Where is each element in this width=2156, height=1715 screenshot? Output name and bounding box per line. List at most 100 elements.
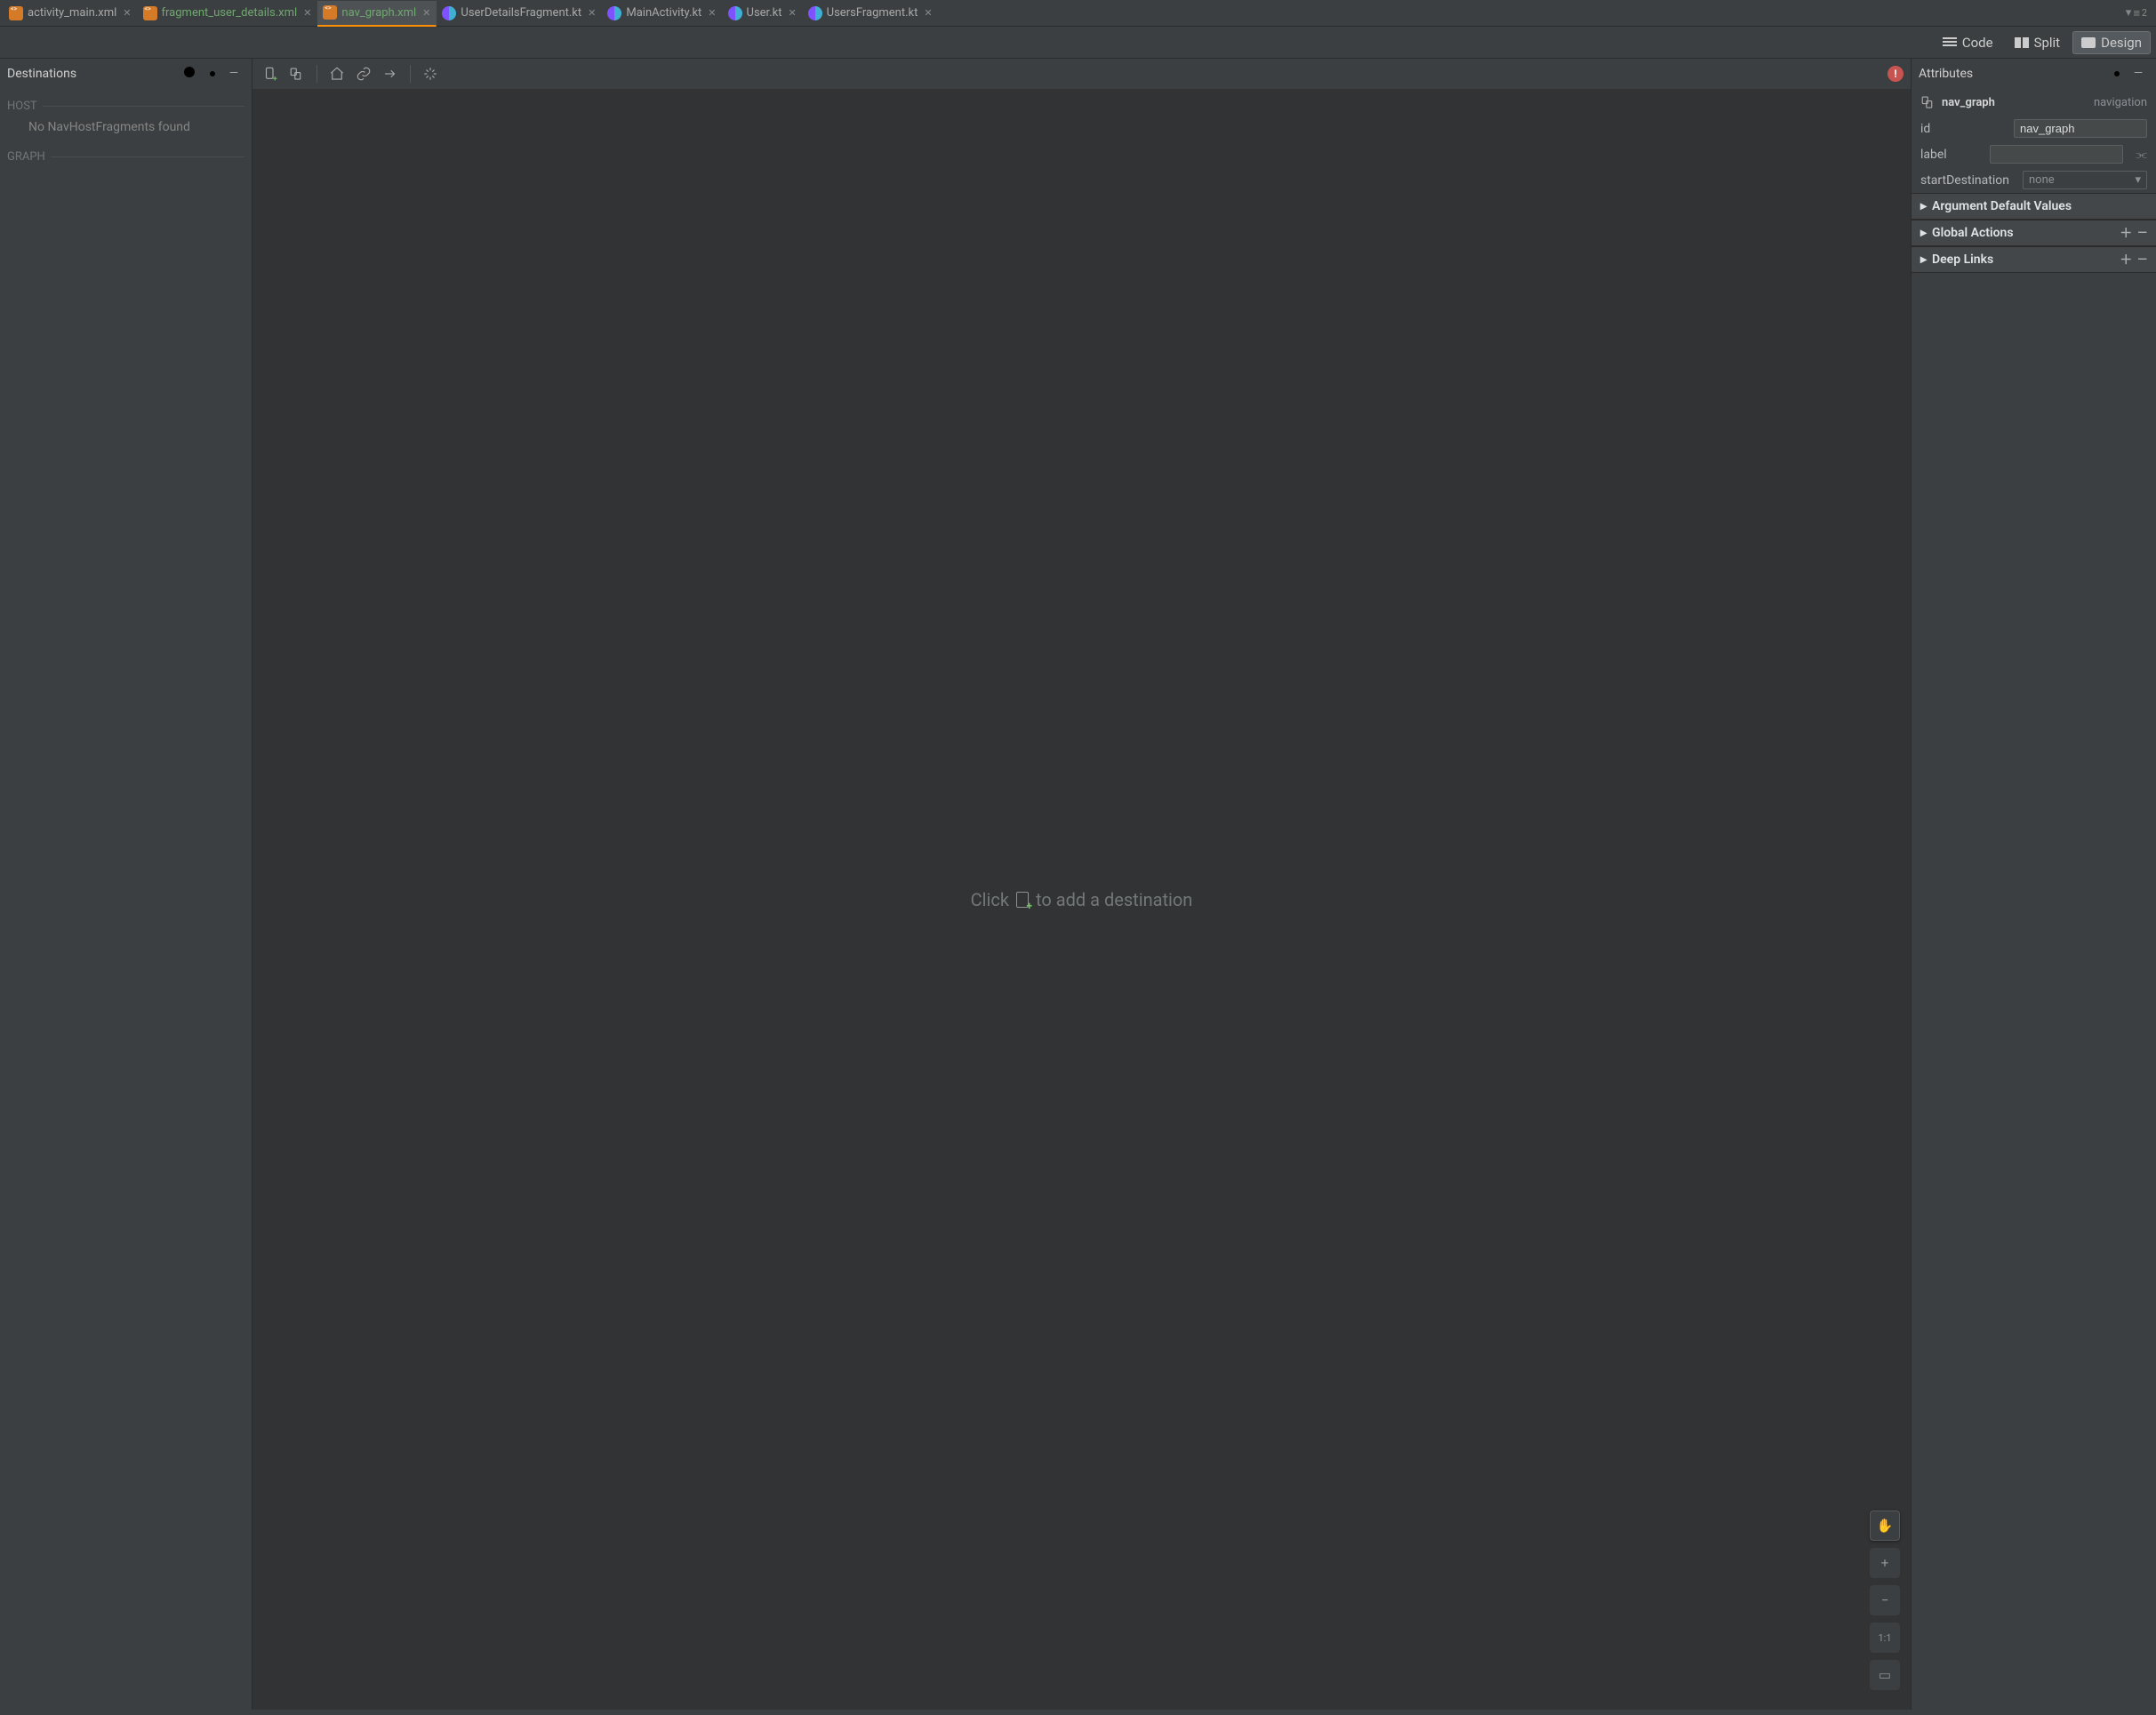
arrow-right-icon[interactable] [380, 63, 401, 84]
group-global-actions[interactable]: ▸ Global Actions ＋ — [1912, 220, 2156, 246]
error-badge[interactable]: ! [1888, 66, 1904, 82]
editor-tabs: activity_main.xml ✕ fragment_user_detail… [0, 0, 2156, 27]
link-icon[interactable] [353, 63, 374, 84]
chevron-down-icon: ▾ [2126, 6, 2132, 20]
canvas-hint-pre: Click [971, 889, 1009, 910]
zoom-1to1-button[interactable]: 1:1 [1870, 1623, 1900, 1653]
attr-label-input[interactable] [1990, 145, 2123, 164]
attr-label-label: label [1920, 148, 1983, 162]
close-icon[interactable]: ✕ [422, 7, 430, 19]
group-label: Global Actions [1932, 226, 2014, 240]
destinations-panel: Destinations — HOST No NavHostFragments … [0, 59, 252, 1710]
attr-start-select[interactable]: none ▾ [2023, 171, 2147, 189]
kotlin-icon [607, 6, 621, 20]
designer-canvas-area: ! Click to add a destination ✋ + − 1:1 ▭ [252, 59, 1911, 1710]
attr-id-input[interactable] [2014, 119, 2147, 138]
gear-icon[interactable] [2106, 63, 2128, 84]
xml-icon [9, 6, 23, 20]
tab-main-activity[interactable]: MainActivity.kt ✕ [602, 0, 722, 26]
tab-label: nav_graph.xml [341, 6, 416, 20]
group-label: Deep Links [1932, 252, 1993, 267]
tab-label: activity_main.xml [28, 6, 116, 20]
xml-icon [143, 6, 157, 20]
tab-nav-graph[interactable]: nav_graph.xml ✕ [317, 1, 437, 27]
tab-label: UsersFragment.kt [827, 6, 918, 20]
designer-toolbar: ! [252, 59, 1911, 89]
tab-activity-main[interactable]: activity_main.xml ✕ [4, 0, 138, 26]
view-mode-label: Split [2034, 35, 2061, 51]
new-destination-icon [1016, 892, 1029, 908]
plus-icon: + [1881, 1555, 1889, 1571]
view-mode-design[interactable]: Design [2072, 31, 2151, 54]
canvas-hint-post: to add a destination [1036, 889, 1192, 910]
search-icon[interactable] [180, 63, 202, 84]
add-icon[interactable]: ＋ [2120, 251, 2132, 268]
group-deep-links[interactable]: ▸ Deep Links ＋ — [1912, 246, 2156, 273]
design-icon [2081, 37, 2096, 48]
tab-fragment-user-details[interactable]: fragment_user_details.xml ✕ [138, 0, 318, 26]
tab-users-fragment[interactable]: UsersFragment.kt ✕ [803, 0, 939, 26]
hand-icon: ✋ [1877, 1518, 1894, 1534]
code-icon [1943, 37, 1957, 48]
gear-icon[interactable] [202, 63, 223, 84]
tab-label: UserDetailsFragment.kt [461, 6, 581, 20]
tab-user-details-fragment[interactable]: UserDetailsFragment.kt ✕ [437, 0, 602, 26]
split-icon [2015, 37, 2029, 48]
tab-label: fragment_user_details.xml [162, 6, 298, 20]
host-section-header: HOST [7, 100, 244, 113]
zoom-fit-button[interactable]: ▭ [1870, 1660, 1900, 1690]
zoom-in-button[interactable]: + [1870, 1548, 1900, 1578]
attr-start-label: startDestination [1920, 173, 2016, 188]
remove-icon[interactable]: — [2137, 226, 2147, 240]
attributes-panel: Attributes — nav_graph navigation id lab… [1911, 59, 2156, 1710]
collapse-icon[interactable]: — [223, 63, 244, 84]
status-bar [0, 1710, 2156, 1715]
new-destination-button[interactable] [260, 63, 281, 84]
close-icon[interactable]: ✕ [588, 7, 596, 19]
attr-start-value: none [2029, 173, 2055, 187]
chevron-right-icon: ▸ [1920, 199, 1927, 213]
view-mode-label: Code [1962, 35, 1993, 51]
chevron-down-icon: ▾ [2135, 173, 2141, 187]
list-icon: ≡ [2133, 6, 2140, 20]
close-icon[interactable]: ✕ [924, 7, 932, 19]
pan-button[interactable]: ✋ [1870, 1511, 1900, 1541]
tabs-overflow-button[interactable]: ▾ ≡ 2 [2126, 6, 2147, 20]
tab-label: MainActivity.kt [626, 6, 701, 20]
designer-canvas[interactable]: Click to add a destination [252, 89, 1911, 1710]
nested-graph-button[interactable] [286, 63, 308, 84]
view-mode-bar: Code Split Design [0, 27, 2156, 59]
attributes-node-row: nav_graph navigation [1912, 89, 2156, 116]
close-icon[interactable]: ✕ [123, 7, 131, 19]
canvas-hint: Click to add a destination [971, 889, 1193, 910]
tab-user[interactable]: User.kt ✕ [723, 0, 803, 26]
home-icon[interactable] [326, 63, 348, 84]
attr-label-row: label ⫘ [1912, 141, 2156, 167]
close-icon[interactable]: ✕ [303, 7, 311, 19]
chevron-right-icon: ▸ [1920, 252, 1927, 267]
graph-icon [1920, 94, 1936, 110]
view-mode-split[interactable]: Split [2006, 31, 2070, 54]
graph-section-header: GRAPH [7, 150, 244, 164]
attributes-title: Attributes [1919, 67, 2106, 81]
host-label: HOST [7, 100, 37, 113]
collapse-icon[interactable]: — [2128, 63, 2149, 84]
attr-start-row: startDestination none ▾ [1912, 167, 2156, 193]
minus-icon: − [1881, 1592, 1889, 1608]
close-icon[interactable]: ✕ [708, 7, 716, 19]
attr-id-label: id [1920, 122, 2007, 136]
destinations-title: Destinations [7, 67, 180, 81]
remove-icon[interactable]: — [2137, 252, 2147, 267]
fit-icon: ▭ [1879, 1667, 1891, 1683]
chain-icon[interactable]: ⫘ [2136, 148, 2147, 162]
group-arg-defaults[interactable]: ▸ Argument Default Values [1912, 193, 2156, 220]
auto-arrange-button[interactable] [420, 63, 441, 84]
node-name: nav_graph [1942, 96, 1995, 109]
attr-id-row: id [1912, 116, 2156, 141]
zoom-out-button[interactable]: − [1870, 1585, 1900, 1615]
node-type: navigation [2094, 96, 2147, 109]
close-icon[interactable]: ✕ [788, 7, 796, 19]
add-icon[interactable]: ＋ [2120, 224, 2132, 242]
group-label: Argument Default Values [1932, 199, 2072, 213]
view-mode-code[interactable]: Code [1934, 31, 2002, 54]
